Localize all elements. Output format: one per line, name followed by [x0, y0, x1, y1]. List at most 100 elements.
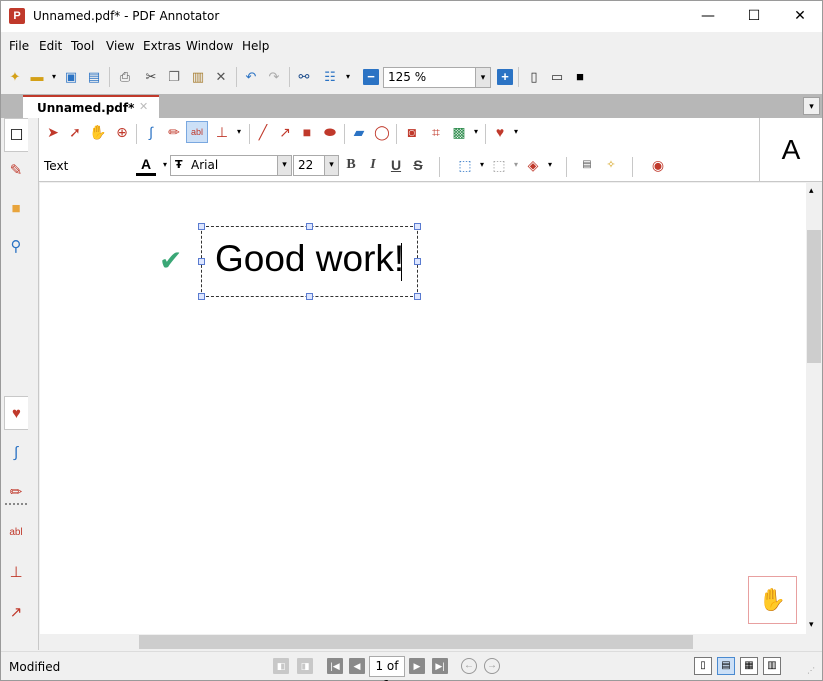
pen-tool-icon[interactable]: ∫	[141, 122, 161, 142]
hand-tool-icon[interactable]: ✋	[88, 122, 108, 142]
cut-icon[interactable]: ✂	[142, 68, 160, 86]
last-page-icon[interactable]: ▶|	[432, 658, 448, 674]
stamp-dropdown-icon[interactable]: ▾	[229, 122, 249, 142]
document-info-dropdown-icon[interactable]: ▾	[339, 68, 357, 86]
resize-grip-icon[interactable]: ⋰	[807, 666, 815, 675]
menu-file[interactable]: File	[9, 39, 29, 53]
previous-view-icon[interactable]: ◧	[273, 658, 289, 674]
vertical-scroll-thumb[interactable]	[807, 230, 821, 363]
minimize-button[interactable]: —	[685, 1, 731, 32]
ellipse-tool-icon[interactable]: ⬬	[320, 122, 340, 142]
save-as-icon[interactable]: ▤	[85, 68, 103, 86]
line-tool-icon[interactable]: ╱	[253, 122, 273, 142]
resize-handle-bottom-right[interactable]	[414, 293, 421, 300]
sidebar-highlighter-icon[interactable]: ✏	[4, 476, 28, 510]
text-format-options-icon[interactable]: ▤	[577, 155, 597, 175]
maximize-button[interactable]: ☐	[731, 1, 777, 32]
copy-icon[interactable]: ❐	[165, 68, 183, 86]
first-page-icon[interactable]: |◀	[327, 658, 343, 674]
sidebar-textbox-icon[interactable]: abl	[4, 516, 28, 550]
horizontal-scroll-thumb[interactable]	[139, 635, 693, 649]
notes-panel-icon[interactable]: ■	[4, 192, 28, 226]
sidebar-stamp-icon[interactable]: ⊥	[4, 556, 28, 590]
menu-view[interactable]: View	[106, 39, 134, 53]
font-name-select[interactable]: Ŧ Arial ▾	[170, 155, 292, 176]
scroll-down-icon[interactable]: ▾	[809, 619, 814, 630]
document-page[interactable]	[40, 183, 806, 634]
sidebar-arrow-icon[interactable]: ↗	[4, 596, 28, 630]
document-info-icon[interactable]: ☷	[321, 68, 339, 86]
zoom-dropdown-icon[interactable]: ▾	[475, 68, 490, 87]
menu-tool[interactable]: Tool	[71, 39, 94, 53]
textbox-tool-icon[interactable]: abl	[186, 121, 208, 143]
single-page-view-icon[interactable]: ▯	[694, 657, 712, 675]
font-color-icon[interactable]: A	[136, 154, 156, 176]
text-annotation-content[interactable]: Good work!	[215, 238, 404, 280]
tab-close-icon[interactable]: ✕	[139, 100, 148, 113]
snapshot-camera-icon[interactable]: ◙	[402, 122, 422, 142]
resize-handle-bottom-left[interactable]	[198, 293, 205, 300]
open-dropdown-icon[interactable]: ▾	[45, 68, 63, 86]
eraser-tool-icon[interactable]: ▰	[349, 122, 369, 142]
delete-icon[interactable]: ✕	[212, 68, 230, 86]
tab-unnamed-pdf[interactable]: Unnamed.pdf* ✕	[23, 95, 159, 118]
fit-page-icon[interactable]: ▯	[525, 68, 543, 86]
resize-handle-left[interactable]	[198, 258, 205, 265]
tab-list-dropdown-icon[interactable]: ▾	[803, 97, 820, 115]
previous-page-icon[interactable]: ◀	[349, 658, 365, 674]
insert-image-dropdown-icon[interactable]: ▾	[466, 122, 486, 142]
strikethrough-button[interactable]: S	[408, 155, 428, 175]
attachments-panel-icon[interactable]: ⚲	[4, 230, 28, 264]
full-screen-icon[interactable]: ■	[571, 68, 589, 86]
redo-icon[interactable]: ↷	[265, 68, 283, 86]
bold-button[interactable]: B	[341, 155, 361, 175]
find-binoculars-icon[interactable]: ⚯	[295, 68, 313, 86]
select-tool-icon[interactable]: ➤	[43, 122, 63, 142]
zoom-out-icon[interactable]: −	[363, 69, 379, 85]
recognize-handwriting-icon[interactable]: ◉	[648, 155, 668, 175]
underline-button[interactable]: U	[386, 155, 406, 175]
resize-handle-right[interactable]	[414, 258, 421, 265]
crop-tool-icon[interactable]: ⌗	[426, 122, 446, 142]
bookmarks-panel-icon[interactable]: ✎	[4, 154, 28, 188]
menu-window[interactable]: Window	[186, 39, 233, 53]
menu-help[interactable]: Help	[242, 39, 269, 53]
resize-handle-top-right[interactable]	[414, 223, 421, 230]
next-view-icon[interactable]: ◨	[297, 658, 313, 674]
resize-handle-top-left[interactable]	[198, 223, 205, 230]
font-size-dropdown-icon[interactable]: ▾	[324, 156, 338, 175]
new-document-icon[interactable]: ✦	[6, 68, 24, 86]
lasso-tool-icon[interactable]: ◯	[372, 122, 392, 142]
print-icon[interactable]: ⎙	[116, 68, 134, 86]
favorites-dropdown-icon[interactable]: ▾	[506, 122, 526, 142]
resize-handle-top[interactable]	[306, 223, 313, 230]
sidebar-pen-tool-icon[interactable]: ∫	[4, 436, 28, 470]
select-text-tool-icon[interactable]: ➚	[65, 122, 85, 142]
checkmark-stamp-icon[interactable]: ✔	[159, 244, 182, 277]
menu-extras[interactable]: Extras	[143, 39, 181, 53]
page-number-field[interactable]: 1 of 1	[369, 656, 405, 681]
continuous-view-icon[interactable]: ▤	[717, 657, 735, 675]
back-icon[interactable]: ←	[461, 658, 477, 674]
rectangle-tool-icon[interactable]: ■	[297, 122, 317, 142]
arrow-tool-icon[interactable]: ↗	[275, 122, 295, 142]
italic-button[interactable]: I	[363, 155, 383, 175]
paste-icon[interactable]: ▥	[189, 68, 207, 86]
zoom-in-icon[interactable]: +	[497, 69, 513, 85]
facing-pages-view-icon[interactable]: ▦	[740, 657, 758, 675]
fit-width-icon[interactable]: ▭	[548, 68, 566, 86]
save-icon[interactable]: ▣	[62, 68, 80, 86]
facing-continuous-view-icon[interactable]: ▥	[763, 657, 781, 675]
forward-icon[interactable]: →	[484, 658, 500, 674]
undo-icon[interactable]: ↶	[242, 68, 260, 86]
text-magic-icon[interactable]: ✧	[601, 155, 621, 175]
text-style-preview[interactable]: A	[759, 118, 822, 181]
font-size-select[interactable]: 22 ▾	[293, 155, 339, 176]
menu-edit[interactable]: Edit	[39, 39, 62, 53]
pages-panel-icon[interactable]: ☐	[4, 118, 28, 152]
scroll-up-icon[interactable]: ▴	[809, 185, 814, 196]
open-folder-icon[interactable]: ▬	[28, 68, 46, 86]
fill-color-dropdown-icon[interactable]: ▾	[540, 155, 560, 175]
favorites-panel-heart-icon[interactable]: ♥	[4, 396, 28, 430]
zoom-tool-icon[interactable]: ⊕	[112, 122, 132, 142]
